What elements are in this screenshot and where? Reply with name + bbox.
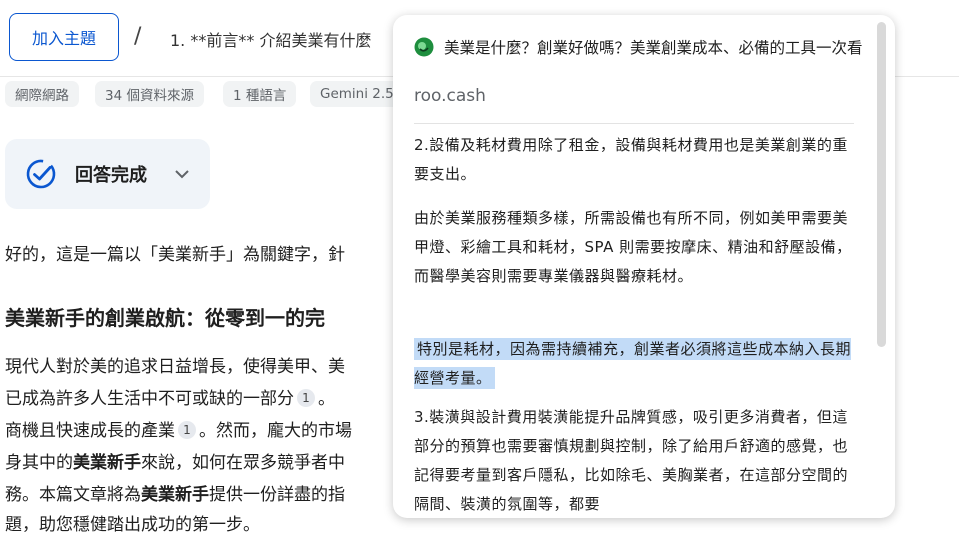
source-highlight-paragraph: 特別是耗材，因為需持續補充，創業者必須將這些成本納入長期經營考量。: [414, 335, 859, 393]
divider: [414, 123, 854, 124]
citation-badge[interactable]: 1: [178, 421, 196, 439]
popup-scrollbar[interactable]: [877, 22, 886, 347]
answer-status-label: 回答完成: [75, 165, 147, 186]
intro-text: 好的，這是一篇以「美業新手」為關鍵字，針: [5, 245, 345, 265]
check-circle-icon: [25, 158, 57, 194]
keyword-bold: 美業新手: [73, 453, 141, 473]
chevron-down-icon: [173, 165, 191, 187]
chip-language[interactable]: 1 種語言: [223, 81, 297, 107]
chip-model[interactable]: Gemini 2.5: [310, 81, 404, 107]
source-title[interactable]: 美業是什麼？創業好做嗎？美業創業成本、必備的工具一次看: [444, 35, 864, 61]
article-line: 身其中的美業新手來說，如何在眾多競爭者中: [5, 448, 345, 473]
chip-internet[interactable]: 網際網路: [5, 81, 79, 107]
add-topic-button[interactable]: 加入主題: [9, 13, 119, 61]
breadcrumb[interactable]: 1. **前言** 介紹美業有什麼: [170, 27, 371, 51]
article-heading: 美業新手的創業啟航：從零到一的完: [5, 306, 325, 330]
article-line: 現代人對於美的追求日益增長，使得美甲、美: [5, 357, 345, 377]
article-text: 來說，如何在眾多競爭者中: [141, 453, 345, 473]
article-text: 。: [318, 389, 335, 409]
answer-status-toggle[interactable]: 回答完成: [5, 139, 210, 209]
chip-sources[interactable]: 34 個資料來源: [95, 81, 204, 107]
source-paragraph: 3.裝潢與設計費用裝潢能提升品牌質感，吸引更多消費者，但這部分的預算也需要審慎規…: [414, 408, 849, 513]
breadcrumb-separator: /: [134, 24, 142, 49]
article-text: 商機且快速成長的產業: [5, 421, 175, 441]
source-popup[interactable]: 美業是什麼？創業好做嗎？美業創業成本、必備的工具一次看 roo.cash 2.設…: [393, 15, 895, 518]
highlighted-text: 特別是耗材，因為需持續補充，創業者必須將這些成本納入長期經營考量。: [414, 338, 852, 389]
article-text: 提供一份詳盡的指: [209, 485, 345, 505]
article-text: 。然而，龐大的市場: [199, 421, 352, 441]
article-text: 已成為許多人生活中不可或缺的一部分: [5, 389, 294, 409]
article-text: 身其中的: [5, 453, 73, 473]
keyword-bold: 美業新手: [141, 485, 209, 505]
source-paragraph: 2.設備及耗材費用除了租金，設備與耗材費用也是美業創業的重要支出。: [414, 136, 848, 183]
article-line: 商機且快速成長的產業 1 。然而，龐大的市場: [5, 416, 352, 441]
site-favicon-icon: [414, 37, 434, 61]
article-line: 務。本篇文章將為美業新手提供一份詳盡的指: [5, 480, 345, 505]
article-text: 務。本篇文章將為: [5, 485, 141, 505]
citation-badge[interactable]: 1: [297, 389, 315, 407]
source-paragraph: 由於美業服務種類多樣，所需設備也有所不同，例如美甲需要美甲燈、彩繪工具和耗材，S…: [414, 209, 852, 285]
article-line: 已成為許多人生活中不可或缺的一部分 1。: [5, 384, 335, 409]
article-line: 題，助您穩健踏出成功的第一步。: [5, 515, 260, 535]
source-domain[interactable]: roo.cash: [414, 86, 486, 106]
